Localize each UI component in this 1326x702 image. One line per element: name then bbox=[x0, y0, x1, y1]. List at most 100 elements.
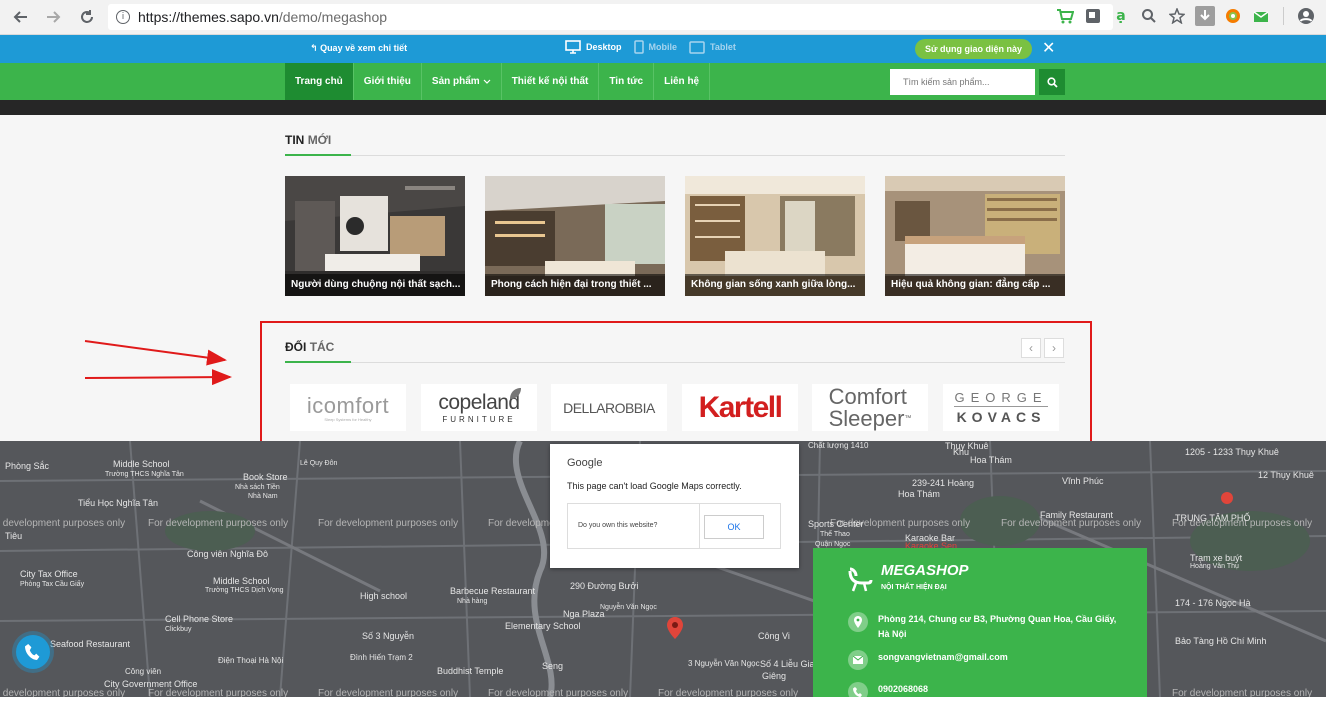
news-title-bold: TIN bbox=[285, 133, 305, 147]
toolbar-divider bbox=[1283, 7, 1284, 25]
menu-item-news[interactable]: Tin tức bbox=[599, 63, 655, 100]
map-label: City Tax Office bbox=[20, 569, 78, 579]
map-watermark: For development purposes only bbox=[0, 518, 126, 529]
menu-item-contact[interactable]: Liên hệ bbox=[654, 63, 711, 100]
menu-item-about[interactable]: Giới thiệu bbox=[354, 63, 422, 100]
search-button[interactable] bbox=[1039, 69, 1065, 95]
banner-bottom-strip bbox=[0, 100, 1326, 115]
map-label: TRUNG TÂM PHỐ bbox=[1175, 513, 1251, 523]
map-label: Elementary School bbox=[505, 621, 581, 631]
map-label: Nguyễn Văn Ngọc bbox=[600, 604, 657, 611]
news-title: Phong cách hiện đại trong thiết ... bbox=[485, 274, 665, 296]
map-label: Giêng bbox=[762, 671, 787, 681]
map-label: Công Vi bbox=[758, 631, 790, 641]
map-label: Hoa Thám bbox=[970, 455, 1012, 465]
map-label: Quận Ngọc bbox=[815, 541, 851, 548]
coccoc-extension-icon[interactable] bbox=[1223, 6, 1243, 26]
reply-arrow-icon: ↰ bbox=[310, 44, 318, 54]
browser-toolbar: i https://themes.sapo.vn/demo/megashop ạ bbox=[0, 0, 1326, 35]
news-section-title: TIN MỚI bbox=[285, 133, 331, 147]
footer-email-row: songvangvietnam@gmail.com bbox=[848, 650, 1008, 670]
envelope-icon bbox=[848, 650, 868, 670]
tablet-icon bbox=[689, 40, 705, 54]
footer-phone[interactable]: 0902068068 bbox=[878, 682, 928, 702]
map-watermark: For development purposes only bbox=[148, 688, 289, 697]
menu-item-products-label: Sản phẩm bbox=[431, 76, 480, 87]
address-bar[interactable]: i https://themes.sapo.vn/demo/megashop bbox=[108, 4, 1113, 30]
menu-item-products[interactable]: Sản phẩm bbox=[422, 63, 502, 100]
news-title: Hiệu quả không gian: đẳng cấp ... bbox=[885, 274, 1065, 296]
profile-icon[interactable] bbox=[1296, 6, 1316, 26]
map-label: Trường THCS Nghĩa Tân bbox=[105, 471, 184, 478]
back-to-details-link[interactable]: ↰ Quay về xem chi tiết bbox=[310, 43, 407, 54]
search-input[interactable]: Tìm kiếm sản phẩm... bbox=[890, 69, 1035, 95]
footer-slogan: NỘI THẤT HIỆN ĐẠI bbox=[881, 584, 947, 591]
zoom-icon[interactable] bbox=[1139, 6, 1159, 26]
menu-item-interior-design[interactable]: Thiết kế nội thất bbox=[502, 63, 600, 100]
device-switcher: Desktop Mobile Tablet bbox=[565, 40, 736, 54]
map-label: Nga Plaza bbox=[563, 609, 605, 619]
info-icon[interactable]: i bbox=[116, 10, 130, 24]
map-label: Barbecue Restaurant bbox=[450, 586, 536, 596]
back-arrow-icon[interactable] bbox=[6, 2, 36, 32]
desktop-icon bbox=[565, 40, 581, 54]
news-card[interactable]: Người dùng chuộng nội thất sạch... bbox=[285, 176, 465, 296]
map-label: Sports Center bbox=[808, 519, 864, 529]
map-label: Nhà Nam bbox=[248, 493, 278, 500]
google-dialog-ok-button[interactable]: OK bbox=[704, 515, 764, 539]
device-desktop[interactable]: Desktop bbox=[565, 40, 622, 54]
footer-address-line2: Hà Nội bbox=[878, 629, 907, 639]
reload-icon[interactable] bbox=[72, 2, 102, 32]
map-label: City Government Office bbox=[104, 679, 198, 689]
map-label: Tiêu bbox=[5, 531, 23, 541]
mail-extension-icon[interactable] bbox=[1251, 6, 1271, 26]
map-watermark: For development purposes only bbox=[1172, 688, 1313, 697]
device-mobile[interactable]: Mobile bbox=[633, 40, 678, 54]
bookmark-star-icon[interactable] bbox=[1167, 6, 1187, 26]
cart-extension-icon[interactable] bbox=[1055, 6, 1075, 26]
footer-address-line1: Phòng 214, Chung cư B3, Phường Quan Hoa,… bbox=[878, 614, 1117, 624]
device-tablet[interactable]: Tablet bbox=[689, 40, 736, 54]
map-label: Phòng Sắc bbox=[5, 461, 50, 471]
map-label: Vĩnh Phúc bbox=[1062, 476, 1104, 486]
map-watermark: For development purposes only bbox=[0, 688, 126, 697]
close-icon[interactable]: ✕ bbox=[1042, 38, 1055, 57]
map-watermark: For development purposes only bbox=[318, 688, 459, 697]
news-card[interactable]: Hiệu quả không gian: đẳng cấp ... bbox=[885, 176, 1065, 296]
menu-item-home[interactable]: Trang chủ bbox=[285, 63, 354, 100]
map-label: Middle School bbox=[213, 576, 270, 586]
phone-icon bbox=[25, 644, 40, 660]
map-label: Khu bbox=[953, 447, 970, 457]
map-label: Cell Phone Store bbox=[165, 614, 234, 624]
map-label: Bảo Tàng Hồ Chí Minh bbox=[1175, 636, 1267, 646]
use-theme-button[interactable]: Sử dụng giao diện này bbox=[915, 39, 1032, 59]
map-label: 12 Thụy Khuê bbox=[1258, 470, 1314, 480]
translate-icon[interactable] bbox=[1083, 6, 1103, 26]
map-label: Hoàng Văn Thụ bbox=[1190, 563, 1239, 570]
map-label: Trạm xe buýt bbox=[1190, 553, 1243, 563]
device-desktop-label: Desktop bbox=[586, 42, 622, 52]
vietnamese-input-icon[interactable]: ạ bbox=[1111, 6, 1131, 26]
map-label: 239-241 Hoàng bbox=[912, 478, 975, 488]
map-watermark: For development purposes only bbox=[318, 518, 459, 529]
google-dialog-divider bbox=[699, 504, 700, 548]
back-label: Quay về xem chi tiết bbox=[320, 43, 408, 53]
forward-arrow-icon[interactable] bbox=[38, 2, 68, 32]
download-icon[interactable] bbox=[1195, 6, 1215, 26]
map-label: Điện Thoại Hà Nội bbox=[218, 656, 284, 665]
floating-call-button[interactable] bbox=[16, 635, 50, 669]
news-title: Không gian sống xanh giữa lòng... bbox=[685, 274, 865, 296]
news-card[interactable]: Phong cách hiện đại trong thiết ... bbox=[485, 176, 665, 296]
chevron-down-icon bbox=[483, 79, 491, 84]
map-label: Nhà hàng bbox=[457, 598, 488, 605]
footer-email[interactable]: songvangvietnam@gmail.com bbox=[878, 650, 1008, 670]
footer-phone-row: 0902068068 bbox=[848, 682, 928, 702]
map-label: Buddhist Temple bbox=[437, 666, 504, 676]
device-mobile-label: Mobile bbox=[648, 42, 678, 52]
news-card[interactable]: Không gian sống xanh giữa lòng... bbox=[685, 176, 865, 296]
google-maps-error-dialog: Google This page can't load Google Maps … bbox=[550, 444, 799, 568]
map-watermark: For development purposes only bbox=[488, 688, 629, 697]
map-watermark: For development purposes only bbox=[658, 688, 799, 697]
annotation-highlight-box bbox=[260, 321, 1092, 456]
map-label: 290 Đường Bưởi bbox=[570, 581, 639, 591]
